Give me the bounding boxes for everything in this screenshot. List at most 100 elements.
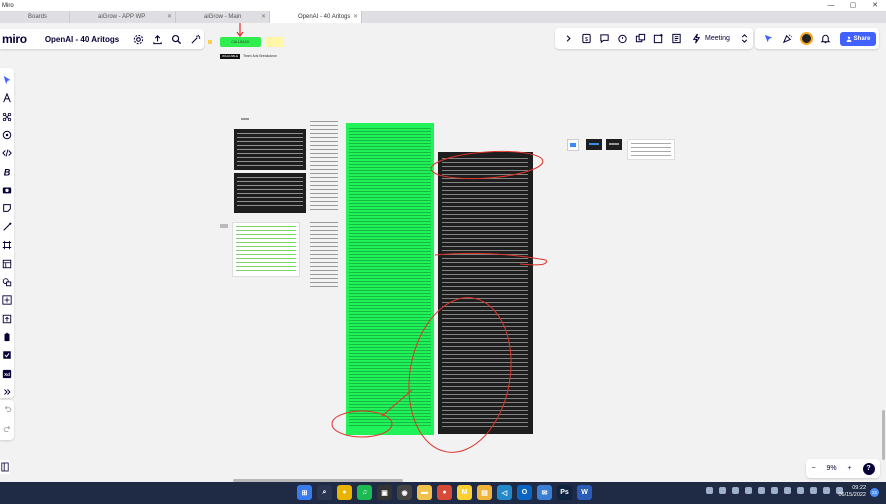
tray-app-icon[interactable] <box>784 487 791 494</box>
tab-close-icon[interactable]: ✕ <box>167 11 172 23</box>
help-button[interactable]: ? <box>862 462 875 475</box>
chrome-2-taskbar-icon[interactable]: ● <box>437 485 452 500</box>
connect-icon[interactable] <box>2 111 13 123</box>
word-taskbar-icon[interactable]: W <box>577 485 592 500</box>
dark-text-card-2[interactable] <box>234 173 306 213</box>
adobe-xd-icon[interactable]: Xd <box>2 368 13 380</box>
emoji-icon[interactable] <box>2 129 13 141</box>
search-icon[interactable] <box>169 32 183 46</box>
tab-boards[interactable]: Boards <box>0 11 70 23</box>
tab-aigrow-main[interactable]: aiGrow - Main ✕ <box>176 11 270 23</box>
redo-icon[interactable] <box>3 424 12 436</box>
bold-b-icon[interactable]: B <box>2 166 13 178</box>
zoom-level[interactable]: 9% <box>826 465 836 472</box>
thumbnail-2[interactable] <box>586 139 602 150</box>
user-avatar[interactable] <box>800 32 813 45</box>
zoom-out-button[interactable]: − <box>811 465 815 472</box>
table-icon[interactable] <box>2 258 13 270</box>
upload-icon[interactable] <box>150 32 164 46</box>
shapes-icon[interactable] <box>2 276 13 288</box>
frame-icon[interactable] <box>2 239 13 251</box>
tab-aigrow-app-wp[interactable]: aiGrow - APP WP ✕ <box>70 11 176 23</box>
label-walkable[interactable]: WALKABLE <box>220 54 240 59</box>
mindmap-icon[interactable] <box>2 295 13 307</box>
board-small-label[interactable]: Team Ads Breakdown <box>243 54 277 58</box>
zoom-in-button[interactable]: + <box>848 465 852 472</box>
checklist-icon[interactable] <box>2 350 13 362</box>
tray-app-icon[interactable] <box>771 487 778 494</box>
wifi-icon[interactable] <box>810 487 817 494</box>
sticky-note-small[interactable] <box>208 40 212 44</box>
battery-icon[interactable] <box>2 331 13 343</box>
tray-app-icon[interactable] <box>758 487 765 494</box>
sticky-note-yellow[interactable] <box>266 37 283 47</box>
tab-close-icon[interactable]: ✕ <box>261 11 266 23</box>
outlook-taskbar-icon[interactable]: O <box>517 485 532 500</box>
select-cursor-icon[interactable] <box>2 74 13 86</box>
tray-app-icon[interactable] <box>745 487 752 494</box>
notification-badge[interactable]: 22 <box>870 488 879 497</box>
red-arrow-annotation[interactable] <box>234 22 246 38</box>
miro-taskbar-icon[interactable]: M <box>457 485 472 500</box>
settings-icon[interactable] <box>131 32 145 46</box>
mail-taskbar-icon[interactable]: ✉ <box>537 485 552 500</box>
minimize-button[interactable]: — <box>820 0 842 11</box>
celebrate-icon[interactable] <box>780 32 794 46</box>
add-frame-icon[interactable] <box>651 32 665 46</box>
comment-icon[interactable] <box>597 32 611 46</box>
spotify-taskbar-icon[interactable]: ♫ <box>357 485 372 500</box>
ink-circle-bottom[interactable] <box>397 290 523 460</box>
dollar-icon[interactable]: $ <box>579 32 593 46</box>
tray-app-icon[interactable] <box>797 487 804 494</box>
board-name[interactable]: OpenAI - 40 Aritogs <box>45 35 119 44</box>
sticky-note-callback[interactable]: CALLBACK <box>220 37 261 47</box>
vertical-scrollbar[interactable] <box>882 410 885 460</box>
github-taskbar-icon[interactable]: ◉ <box>397 485 412 500</box>
white-text-card[interactable] <box>232 222 300 277</box>
photoshop-taskbar-icon[interactable]: Ps <box>557 485 572 500</box>
upload-file-icon[interactable] <box>2 313 13 325</box>
thumbnail-3[interactable] <box>606 139 622 150</box>
more-tools-icon[interactable] <box>2 386 13 398</box>
thumbnail-4[interactable] <box>627 139 675 160</box>
chevron-right-icon[interactable] <box>561 32 575 46</box>
vscode-taskbar-icon[interactable]: ◁ <box>497 485 512 500</box>
expand-icon[interactable] <box>738 32 752 46</box>
code-icon[interactable] <box>2 148 13 160</box>
thumbnail-1[interactable] <box>567 139 579 151</box>
ink-underline-mid[interactable] <box>434 252 547 266</box>
share-button[interactable]: Share <box>840 31 876 46</box>
sidebar-toggle[interactable] <box>0 460 10 474</box>
chrome-taskbar-icon[interactable]: ● <box>337 485 352 500</box>
pen-icon[interactable] <box>2 92 13 104</box>
magic-icon[interactable] <box>188 32 202 46</box>
bell-icon[interactable] <box>818 32 832 46</box>
miro-logo[interactable]: miro <box>2 32 27 46</box>
media-taskbar-icon[interactable]: ▣ <box>377 485 392 500</box>
line-icon[interactable] <box>2 221 13 233</box>
sticky-note-icon[interactable] <box>2 203 13 215</box>
windows-start-taskbar-icon[interactable]: ⊞ <box>297 485 312 500</box>
search-taskbar-icon[interactable]: ⌕ <box>317 485 332 500</box>
undo-icon[interactable] <box>3 404 12 416</box>
taskbar-clock[interactable]: 09:22 06/15/2022 <box>832 485 866 499</box>
lightning-icon[interactable] <box>689 32 703 46</box>
explorer-taskbar-icon[interactable]: ▤ <box>477 485 492 500</box>
close-button[interactable]: ✕ <box>864 0 886 11</box>
ink-connector[interactable] <box>381 389 413 417</box>
tray-cloud-icon[interactable] <box>719 487 726 494</box>
camera-icon[interactable] <box>2 184 13 196</box>
meeting-button[interactable]: Meeting <box>705 35 730 42</box>
tab-close-icon[interactable]: ✕ <box>353 11 358 23</box>
ink-circle-top[interactable] <box>430 150 544 182</box>
volume-icon[interactable] <box>823 487 830 494</box>
dark-text-card-1[interactable] <box>234 129 306 170</box>
tray-chevron-icon[interactable] <box>706 487 713 494</box>
cards-icon[interactable] <box>633 32 647 46</box>
notes-icon[interactable] <box>669 32 683 46</box>
tab-openai-40-aritogs[interactable]: OpenAI - 40 Aritogs ✕ <box>270 11 362 23</box>
tray-app-icon[interactable] <box>732 487 739 494</box>
folder-taskbar-icon[interactable]: ▬ <box>417 485 432 500</box>
cursor-reactions-icon[interactable] <box>761 32 775 46</box>
timer-icon[interactable] <box>615 32 629 46</box>
